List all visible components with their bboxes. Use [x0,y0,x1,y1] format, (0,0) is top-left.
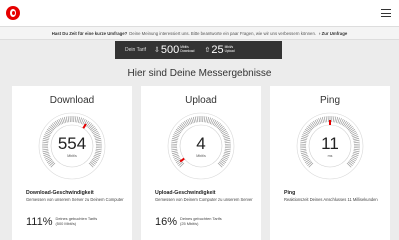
survey-banner: Hast Du Zeit für eine kurze Umfrage? Dei… [0,26,399,40]
results-title: Hier sind Deine Messergebnisse [127,68,272,79]
gauge-value: 554 [57,133,87,153]
ping-card: Ping 11 ms Ping Reaktionszeit Deines Ans… [270,86,390,240]
metric-description: Reaktionszeit Deines Anschlusses 11 Mill… [284,197,378,202]
metric-label: Upload-Geschwindigkeit [155,190,216,196]
metric-label: Download-Geschwindigkeit [26,190,94,196]
upload-arrow-icon: ⇧ [204,47,211,54]
card-title: Download [49,95,95,106]
tarif-label: Dein Tarif [125,47,147,53]
percentage-row: 111% Deines gebuchten Tarifs (500 Mbit/s… [26,216,97,228]
download-card: Download 554 Mbit/s Download-Geschwindig… [12,86,132,240]
card-title: Ping [319,95,340,106]
card-title: Upload [185,95,217,106]
metric-label: Ping [284,190,296,196]
download-arrow-icon: ⇩ [154,47,160,54]
survey-link[interactable]: › Zur Umfrage [319,31,347,36]
gauge-unit: Mbit/s [196,153,206,158]
survey-text: Deine Meinung interessiert uns. Bitte be… [129,30,317,36]
percentage-value: 111% [26,216,53,228]
tarif-upload-label: Upload [224,49,235,53]
percentage-tarif: (25 Mbit/s) [180,221,199,226]
vodafone-logo[interactable] [6,6,20,20]
tarif-upload: ⇧ 25 Mbit/s Upload [204,44,234,56]
percentage-tarif: (500 Mbit/s) [55,221,77,226]
hamburger-menu-icon[interactable] [381,9,391,17]
gauge-value: 11 [321,133,339,153]
upload-card: Upload 4 Mbit/s Upload-Geschwindigkeit G… [141,86,261,240]
percentage-row: 16% Deines gebuchten Tarifs (25 Mbit/s) [155,216,222,228]
top-header [0,0,399,26]
gauge-unit: Mbit/s [67,153,77,158]
survey-question: Hast Du Zeit für eine kurze Umfrage? [51,30,128,36]
survey-link-label[interactable]: Zur Umfrage [322,31,348,36]
percentage-value: 16% [155,216,178,228]
metric-description: Gemessen von Deinem Computer zu unserem … [155,197,253,202]
metric-description: Gemessen von unserem Server zu Deinem Co… [26,197,124,202]
tarif-bar: Dein Tarif ⇩ 500 Mbit/s Download ⇧ 25 Mb… [115,41,282,59]
tarif-download-value: 500 [160,44,180,56]
gauge-value: 4 [196,133,206,153]
tarif-download: ⇩ 500 Mbit/s Download [154,44,194,56]
gauge-unit: ms [327,153,333,158]
tarif-upload-value: 25 [211,44,224,56]
tarif-download-label: Download [180,49,195,53]
